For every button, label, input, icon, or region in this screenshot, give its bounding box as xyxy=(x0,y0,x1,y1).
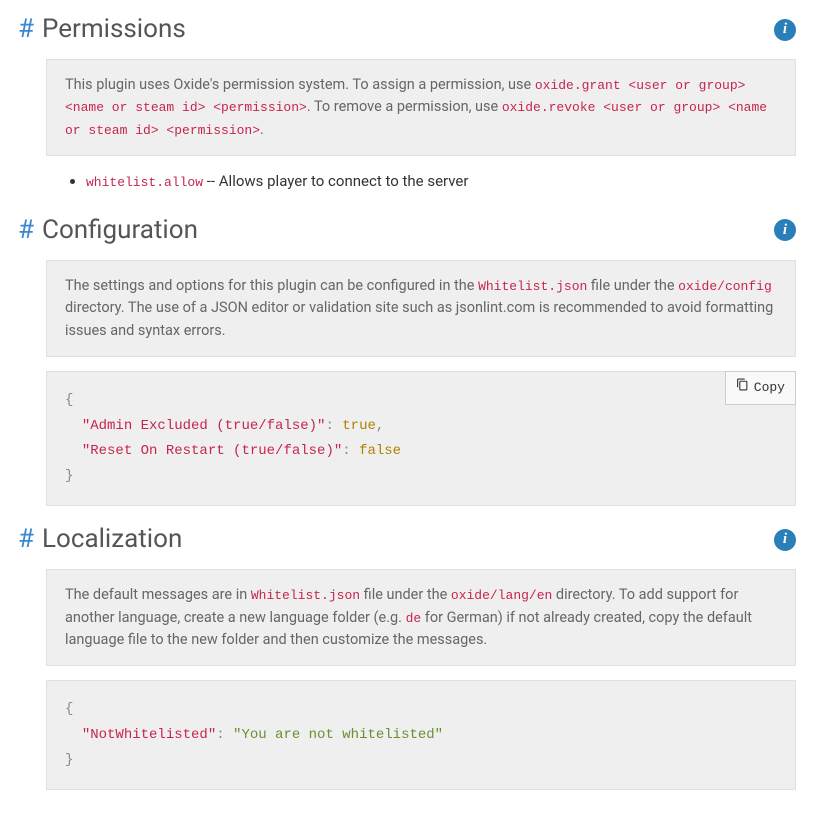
info-text: directory. The use of a JSON editor or v… xyxy=(65,299,773,338)
hash-icon: # xyxy=(18,211,34,250)
localization-title: Localization xyxy=(42,520,774,559)
json-value: "You are not whitelisted" xyxy=(233,727,443,743)
info-text: . xyxy=(260,121,264,138)
copy-icon xyxy=(736,376,749,399)
list-item: whitelist.allow -- Allows player to conn… xyxy=(86,170,796,193)
config-file-code: Whitelist.json xyxy=(478,279,587,294)
json-value: false xyxy=(359,443,401,459)
localization-header: # Localization i xyxy=(18,520,796,559)
json-key: "NotWhitelisted" xyxy=(82,727,216,743)
json-value: true xyxy=(342,418,376,434)
info-icon[interactable]: i xyxy=(774,529,796,551)
lang-code: de xyxy=(406,611,422,626)
info-text: file under the xyxy=(587,277,678,294)
info-icon[interactable]: i xyxy=(774,19,796,41)
json-key: "Reset On Restart (true/false)" xyxy=(82,443,342,459)
info-icon[interactable]: i xyxy=(774,219,796,241)
configuration-title: Configuration xyxy=(42,211,774,250)
permission-desc: -- Allows player to connect to the serve… xyxy=(203,172,468,190)
config-dir-code: oxide/config xyxy=(678,279,772,294)
permission-code: whitelist.allow xyxy=(86,175,203,190)
permissions-title: Permissions xyxy=(42,10,774,49)
info-text: The default messages are in xyxy=(65,586,251,603)
permissions-info: This plugin uses Oxide's permission syst… xyxy=(46,59,796,156)
configuration-code: Copy{ "Admin Excluded (true/false)": tru… xyxy=(46,371,796,506)
configuration-header: # Configuration i xyxy=(18,211,796,250)
info-text: . To remove a permission, use xyxy=(307,98,502,115)
permissions-header: # Permissions i xyxy=(18,10,796,49)
hash-icon: # xyxy=(18,10,34,49)
json-key: "Admin Excluded (true/false)" xyxy=(82,418,326,434)
localization-section: # Localization i The default messages ar… xyxy=(18,520,796,790)
copy-button[interactable]: Copy xyxy=(725,371,796,404)
lang-dir-code: oxide/lang/en xyxy=(451,588,552,603)
configuration-section: # Configuration i The settings and optio… xyxy=(18,211,796,506)
localization-code: { "NotWhitelisted": "You are not whiteli… xyxy=(46,680,796,790)
lang-file-code: Whitelist.json xyxy=(251,588,360,603)
info-text: file under the xyxy=(360,586,451,603)
info-text: The settings and options for this plugin… xyxy=(65,277,478,294)
info-text: This plugin uses Oxide's permission syst… xyxy=(65,76,535,93)
configuration-info: The settings and options for this plugin… xyxy=(46,260,796,357)
permissions-section: # Permissions i This plugin uses Oxide's… xyxy=(18,10,796,193)
permissions-list: whitelist.allow -- Allows player to conn… xyxy=(86,170,796,193)
localization-info: The default messages are in Whitelist.js… xyxy=(46,569,796,666)
hash-icon: # xyxy=(18,520,34,559)
copy-label: Copy xyxy=(754,376,785,399)
